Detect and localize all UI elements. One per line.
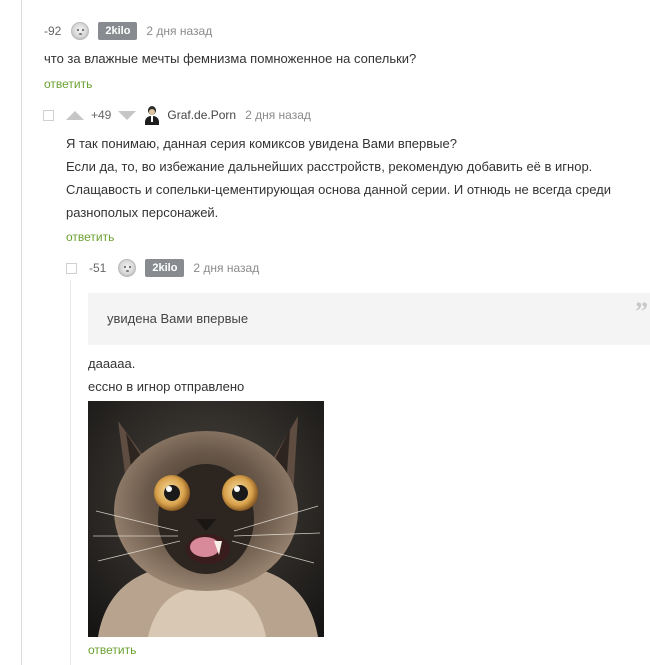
comment-text-line: дааааа. xyxy=(88,356,136,371)
comment-text-line: разнополых персонажей. xyxy=(66,205,219,220)
cat-photo[interactable] xyxy=(88,401,324,637)
reply-link[interactable]: ответить xyxy=(88,643,136,657)
quote-text: увидена Вами впервые xyxy=(107,311,249,326)
comment-2-header: +49 Graf.de.Porn 2 дня назад xyxy=(66,105,311,125)
thread-line xyxy=(21,0,22,665)
shocked-cat-image xyxy=(88,401,324,637)
dog-avatar-icon xyxy=(72,23,88,39)
comment-3-header: -51 2kilo 2 дня назад xyxy=(89,258,259,278)
username-badge[interactable]: 2kilo xyxy=(145,259,185,277)
comment-text-line: Я так понимаю, данная серия комиксов уви… xyxy=(66,136,457,151)
collapse-toggle[interactable] xyxy=(43,110,54,121)
comment-rating: -92 xyxy=(44,24,62,38)
vote-up-icon[interactable] xyxy=(66,110,84,120)
comment-1-header: -92 2kilo 2 дня назад xyxy=(44,21,212,41)
comments-page: -92 2kilo 2 дня назад что за влажные меч… xyxy=(0,0,650,665)
reply-link[interactable]: ответить xyxy=(44,77,92,91)
username-link[interactable]: Graf.de.Porn xyxy=(167,108,236,122)
comment-text: что за влажные мечты фемнизма помноженно… xyxy=(44,51,417,66)
collapse-toggle[interactable] xyxy=(66,263,77,274)
quote-mark-icon: ” xyxy=(635,297,648,326)
quote-block: увидена Вами впервые ” xyxy=(88,293,650,345)
user-avatar[interactable] xyxy=(142,105,162,125)
comment-time[interactable]: 2 дня назад xyxy=(245,108,311,122)
comment-text-line: ессно в игнор отправлено xyxy=(88,379,245,394)
comment-time[interactable]: 2 дня назад xyxy=(193,261,259,275)
user-avatar[interactable] xyxy=(118,259,137,277)
comment-rating: +49 xyxy=(91,108,112,122)
nested-thread-line xyxy=(70,280,71,665)
reply-link[interactable]: ответить xyxy=(66,230,114,244)
comment-rating: -51 xyxy=(89,261,107,275)
dog-avatar-icon xyxy=(119,260,135,276)
user-avatar[interactable] xyxy=(71,22,90,40)
vote-down-icon[interactable] xyxy=(118,110,137,120)
comment-time[interactable]: 2 дня назад xyxy=(146,24,212,38)
username-badge[interactable]: 2kilo xyxy=(98,22,138,40)
comment-text-line: Если да, то, во избежание дальнейших рас… xyxy=(66,159,593,174)
comment-text-line: Слащавость и сопельки-цементирующая осно… xyxy=(66,182,611,197)
